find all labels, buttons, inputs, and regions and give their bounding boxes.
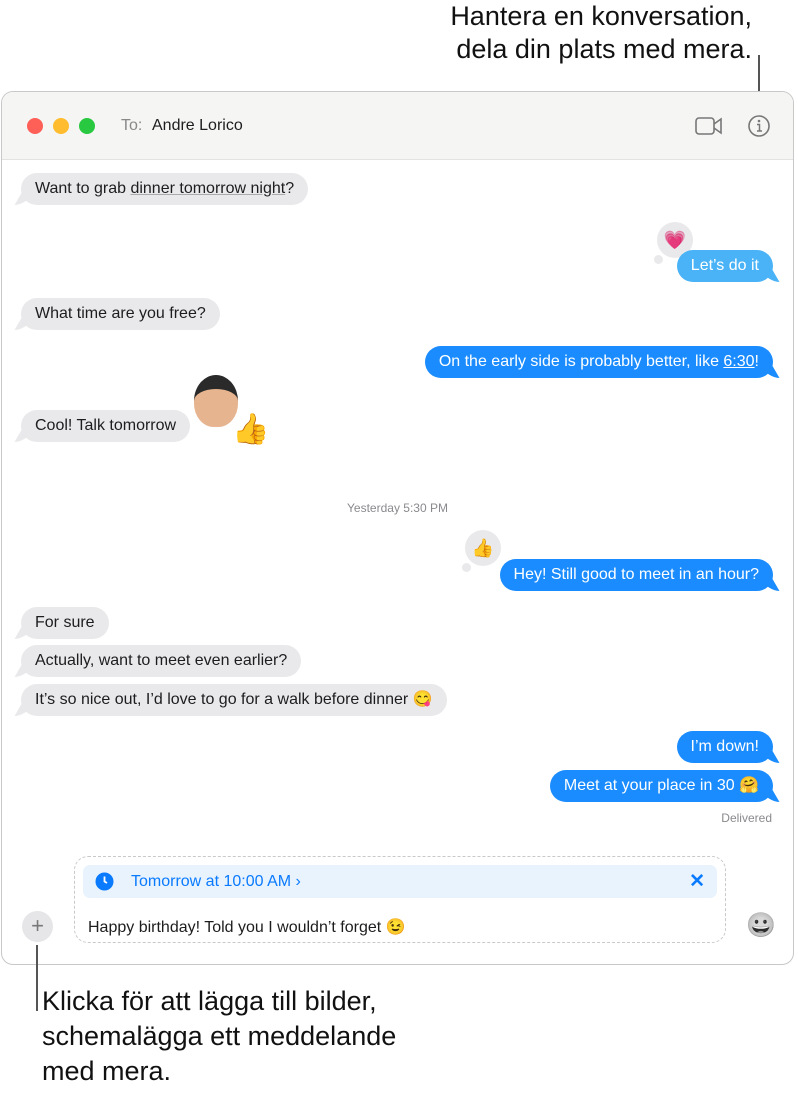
schedule-time[interactable]: Tomorrow at 10:00 AM ›	[131, 873, 301, 891]
message-sent[interactable]: On the early side is probably better, li…	[424, 346, 773, 378]
message-text[interactable]: Happy birthday! Told you I wouldn’t forg…	[88, 917, 406, 937]
add-button[interactable]: +	[22, 911, 53, 942]
thumbs-up-reaction-icon: 👍	[462, 530, 501, 572]
title-bar: To: Andre Lorico	[2, 92, 793, 160]
message-received[interactable]: Want to grab dinner tomorrow night?	[21, 173, 309, 205]
message-sent[interactable]: Let’s do it	[676, 250, 773, 282]
clock-icon	[95, 872, 114, 891]
callout-add: Klicka för att lägga till bilder, schema…	[42, 986, 397, 1086]
compose-field[interactable]: Tomorrow at 10:00 AM › ✕ Happy birthday!…	[74, 856, 726, 943]
callout-info: Hantera en konversation, dela din plats …	[450, 1, 752, 64]
message-sent[interactable]: I’m down!	[676, 731, 773, 763]
message-sent[interactable]: Meet at your place in 30 🤗	[549, 770, 773, 802]
remove-schedule-icon[interactable]: ✕	[689, 870, 705, 893]
zoom-button[interactable]	[79, 118, 95, 134]
delivered-status: Delivered	[721, 811, 772, 825]
message-received[interactable]: For sure	[21, 607, 109, 639]
minimize-button[interactable]	[53, 118, 69, 134]
callout-line	[36, 945, 38, 1011]
message-received[interactable]: It’s so nice out, I’d love to go for a w…	[21, 684, 447, 716]
message-sent[interactable]: Hey! Still good to meet in an hour?	[499, 559, 773, 591]
message-received[interactable]: What time are you free?	[21, 298, 220, 330]
thumbs-up-sticker-icon: 👍	[232, 413, 270, 446]
scheduled-send-bar[interactable]: Tomorrow at 10:00 AM › ✕	[83, 865, 717, 898]
recipient[interactable]: Andre Lorico	[152, 117, 243, 135]
close-button[interactable]	[27, 118, 43, 134]
info-icon[interactable]	[747, 114, 771, 138]
to-label: To:	[121, 117, 143, 134]
message-received[interactable]: Actually, want to meet even earlier?	[21, 645, 302, 677]
message-received[interactable]: Cool! Talk tomorrow	[21, 410, 191, 442]
emoji-picker-icon[interactable]: 😀	[746, 911, 776, 940]
timestamp: Yesterday 5:30 PM	[347, 501, 448, 515]
messages-window: To: Andre Lorico Want to grab dinner tom…	[1, 91, 794, 965]
video-camera-icon[interactable]	[694, 115, 724, 137]
